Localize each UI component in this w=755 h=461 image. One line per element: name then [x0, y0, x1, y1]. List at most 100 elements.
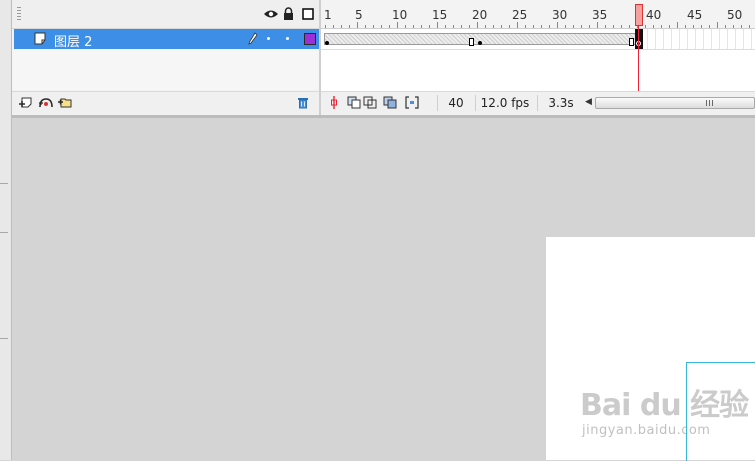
ruler-tick: [517, 22, 518, 28]
horizontal-scrollbar[interactable]: ◀: [585, 97, 755, 109]
ruler-tick: [325, 25, 326, 28]
ruler-tick: [437, 22, 438, 28]
layer-name[interactable]: 图层 2: [54, 31, 92, 50]
ruler-tick: [357, 22, 358, 28]
ruler-label: 35: [592, 8, 608, 22]
frame-ruler[interactable]: 1 5 10 15 20 25 30 35 40 45 50: [321, 0, 755, 29]
ruler-tick: [501, 25, 502, 28]
ruler-tick: [733, 25, 734, 28]
timeline-status-bar: 40 12.0 fps 3.3s ◀: [321, 91, 755, 114]
ruler-tick: [445, 25, 446, 28]
span-end-frame[interactable]: [469, 38, 474, 46]
ruler-tick: [685, 25, 686, 28]
ruler-label: 1: [324, 8, 332, 22]
add-motion-guide-icon[interactable]: [38, 96, 54, 112]
ruler-tick: [333, 25, 334, 28]
ruler-label: 10: [392, 8, 408, 22]
ruler-tick: [413, 25, 414, 28]
eye-icon[interactable]: [263, 8, 279, 22]
frames-empty-area: [321, 50, 755, 91]
ruler-label: 5: [355, 8, 363, 22]
lock-dot[interactable]: [286, 37, 289, 40]
ruler-tick: [717, 22, 718, 28]
frame-rate-field[interactable]: 12.0 fps: [475, 95, 534, 111]
ruler-tick: [565, 25, 566, 28]
playhead[interactable]: [635, 4, 643, 26]
ruler-tick: [397, 22, 398, 28]
baidu-watermark: Bai du 经验 jingyan.baidu.com: [580, 380, 755, 442]
current-frame-cell[interactable]: [635, 29, 643, 49]
ruler-tick: [613, 25, 614, 28]
layer-row[interactable]: 图层 2: [14, 29, 319, 50]
ruler-tick: [573, 25, 574, 28]
ruler-tick: [469, 25, 470, 28]
lock-icon[interactable]: [283, 7, 294, 23]
timeline-bottom-edge[interactable]: [12, 115, 755, 118]
panel-grip[interactable]: [17, 7, 21, 21]
playhead-line: [638, 26, 639, 92]
ruler-tick: [621, 25, 622, 28]
ruler-tick: [477, 22, 478, 28]
ruler-tick: [597, 22, 598, 28]
ruler-tick: [669, 25, 670, 28]
ruler-tick: [589, 25, 590, 28]
delete-layer-icon[interactable]: [297, 96, 309, 112]
onion-skin-icon[interactable]: [347, 96, 361, 112]
ruler-label: 40: [646, 8, 662, 22]
ruler-tick: [541, 25, 542, 28]
ruler-tick: [373, 25, 374, 28]
layer-page-icon: [34, 32, 47, 48]
center-frame-icon[interactable]: [329, 96, 339, 112]
insert-folder-icon[interactable]: [57, 96, 73, 112]
ruler-tick: [453, 25, 454, 28]
scroll-thumb[interactable]: [595, 97, 755, 109]
empty-frames[interactable]: [639, 29, 755, 49]
ruler-tick: [381, 25, 382, 28]
ruler-tick: [509, 25, 510, 28]
ruler-tick: [749, 25, 750, 28]
insert-layer-icon[interactable]: [18, 96, 34, 112]
onion-skin-outlines-icon[interactable]: [363, 96, 377, 112]
outline-color-swatch[interactable]: [304, 33, 316, 45]
keyframe[interactable]: [325, 41, 329, 45]
ruler-tick: [549, 25, 550, 28]
ruler-tick: [349, 25, 350, 28]
ruler-tick: [653, 25, 654, 28]
ruler-tick: [389, 25, 390, 28]
ruler-tick: [365, 25, 366, 28]
watermark-url: jingyan.baidu.com: [582, 423, 711, 438]
ruler-label: 30: [552, 8, 568, 22]
keyframe[interactable]: [478, 41, 482, 45]
ruler-tick: [741, 25, 742, 28]
current-frame-field[interactable]: 40: [437, 95, 474, 111]
outline-icon[interactable]: [302, 8, 314, 23]
left-panel-edge: [0, 0, 12, 460]
ruler-tick: [661, 25, 662, 28]
ruler-tick: [581, 25, 582, 28]
modify-onion-markers-icon[interactable]: [405, 96, 419, 112]
ruler-tick: [709, 25, 710, 28]
ruler-tick: [341, 25, 342, 28]
ruler-tick: [629, 25, 630, 28]
scroll-grip: [706, 100, 713, 106]
layer-footer: [12, 91, 319, 114]
ruler-tick: [701, 25, 702, 28]
elapsed-time-field: 3.3s: [537, 95, 584, 111]
scroll-left-arrow-icon[interactable]: ◀: [585, 97, 592, 107]
ruler-tick: [461, 25, 462, 28]
visibility-dot[interactable]: [267, 37, 270, 40]
ruler-tick: [485, 25, 486, 28]
frame-row[interactable]: [321, 29, 755, 50]
ruler-tick: [605, 25, 606, 28]
edit-multiple-frames-icon[interactable]: [383, 96, 397, 112]
ruler-tick: [645, 25, 646, 28]
ruler-tick: [421, 25, 422, 28]
span-end-frame[interactable]: [629, 38, 634, 46]
ruler-label: 15: [432, 8, 448, 22]
timeline-panel: 图层 2 1 5 10 15 20 25 30 35 40 45 50 40 1…: [12, 0, 755, 115]
ruler-tick: [533, 25, 534, 28]
ruler-label: 50: [727, 8, 743, 22]
layer-list-empty: [12, 50, 319, 90]
ruler-tick: [429, 25, 430, 28]
ruler-label: 20: [472, 8, 488, 22]
